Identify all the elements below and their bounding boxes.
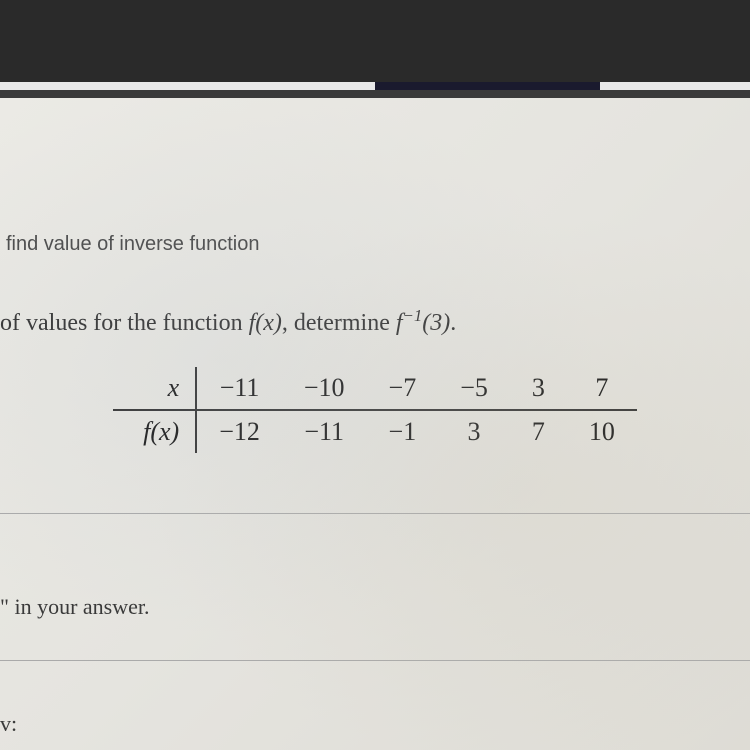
question-prefix: of values for the function <box>0 310 249 336</box>
inverse-superscript: −1 <box>403 306 423 325</box>
table-container: x −11 −10 −7 −5 3 7 f(x) −12 −11 −1 3 7 … <box>0 367 750 453</box>
worksheet-paper: find value of inverse function of values… <box>0 98 750 750</box>
content-area: find value of inverse function of values… <box>0 98 750 750</box>
x-value: −5 <box>438 367 510 410</box>
x-label: x <box>113 367 196 410</box>
section-heading: find value of inverse function <box>0 233 750 256</box>
question-text: of values for the function f(x), determi… <box>0 306 750 337</box>
divider <box>0 513 750 514</box>
x-value: 7 <box>567 367 637 410</box>
progress-fill <box>375 82 600 90</box>
x-value: 3 <box>510 367 567 410</box>
inverse-function: f−1(3) <box>396 310 450 336</box>
x-value: −10 <box>282 367 367 410</box>
fx-value: 7 <box>510 410 567 453</box>
x-value: −11 <box>196 367 282 410</box>
question-middle: , determine <box>282 310 396 336</box>
fx-value: 3 <box>438 410 510 453</box>
fx-value: −12 <box>196 410 282 453</box>
table-row-x: x −11 −10 −7 −5 3 7 <box>113 367 637 410</box>
progress-bar <box>0 82 750 90</box>
window-top-bar <box>0 0 750 90</box>
answer-label: v: <box>0 711 750 737</box>
inverse-arg: (3) <box>422 310 450 336</box>
divider <box>0 660 750 661</box>
fx-label: f(x) <box>113 410 196 453</box>
fx-value: −1 <box>367 410 439 453</box>
fx-value: 10 <box>567 410 637 453</box>
x-value: −7 <box>367 367 439 410</box>
function-table: x −11 −10 −7 −5 3 7 f(x) −12 −11 −1 3 7 … <box>113 367 637 453</box>
table-row-fx: f(x) −12 −11 −1 3 7 10 <box>113 410 637 453</box>
fx-value: −11 <box>282 410 367 453</box>
function-fx: f(x) <box>249 310 282 336</box>
inverse-base: f <box>396 310 403 336</box>
hint-text: " in your answer. <box>0 594 750 620</box>
question-suffix: . <box>450 310 456 336</box>
